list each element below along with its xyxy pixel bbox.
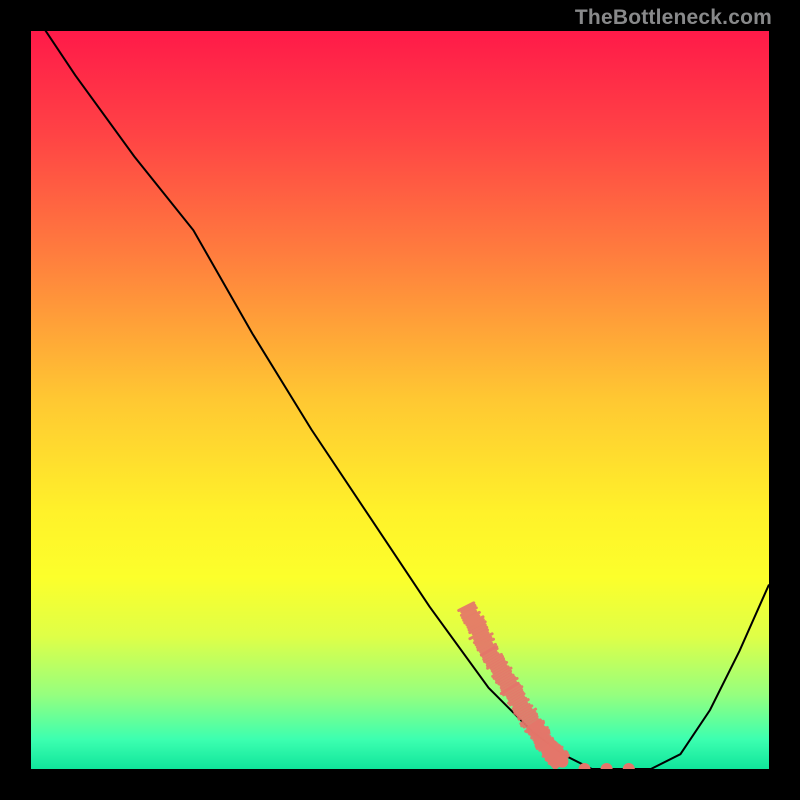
chart-frame: TheBottleneck.com xyxy=(0,0,800,800)
chart-background xyxy=(31,31,769,769)
bottleneck-chart xyxy=(31,31,769,769)
watermark-text: TheBottleneck.com xyxy=(575,6,772,30)
